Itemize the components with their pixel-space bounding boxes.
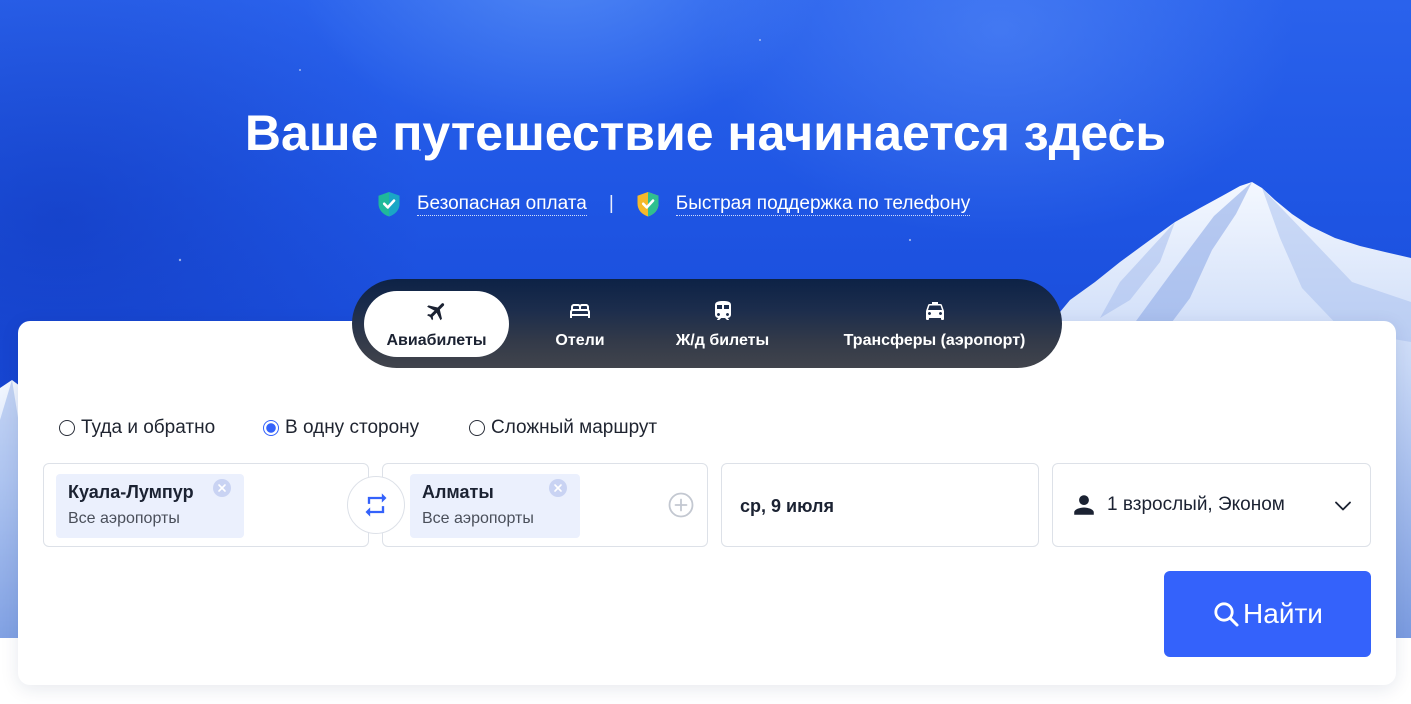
- radio-label: Сложный маршрут: [491, 417, 658, 438]
- tab-label: Отели: [555, 332, 605, 349]
- destination-field[interactable]: Алматы Все аэропорты: [382, 463, 708, 547]
- destination-city: Алматы: [422, 482, 494, 502]
- tab-label: Ж/д билеты: [675, 332, 770, 349]
- feature-phone-support[interactable]: Быстрая поддержка по телефону: [636, 191, 971, 217]
- date-field[interactable]: ср, 9 июля: [721, 463, 1039, 547]
- feature-secure-payment[interactable]: Безопасная оплата: [377, 191, 587, 217]
- search-icon: [1214, 602, 1239, 627]
- plus-circle-icon[interactable]: [668, 492, 694, 518]
- swap-icon: [365, 493, 387, 517]
- plane-icon: [426, 303, 444, 321]
- departure-date: ср, 9 июля: [740, 496, 834, 516]
- feature-label: Быстрая поддержка по телефону: [675, 192, 971, 216]
- search-card: Туда и обратно В одну сторону Сложный ма…: [18, 321, 1396, 685]
- passengers-dropdown[interactable]: 1 взрослый, Эконом: [1052, 463, 1371, 547]
- radio-one-way[interactable]: В одну сторону: [263, 417, 420, 438]
- radio-label: Туда и обратно: [81, 417, 216, 438]
- radio-circle: [263, 420, 279, 436]
- feature-separator: |: [608, 193, 614, 214]
- tab-label: Трансферы (аэропорт): [843, 332, 1026, 349]
- page-title: Ваше путешествие начинается здесь: [244, 105, 1167, 161]
- feature-label: Безопасная оплата: [417, 192, 587, 216]
- radio-circle: [59, 420, 75, 436]
- tab-flights[interactable]: Авиабилеты: [364, 291, 509, 357]
- bed-icon: [570, 304, 590, 318]
- origin-chip[interactable]: Куала-Лумпур Все аэропорты: [56, 474, 244, 538]
- clear-icon[interactable]: [213, 479, 231, 497]
- radio-label: В одну сторону: [285, 417, 420, 438]
- search-button-label: Найти: [1243, 598, 1323, 629]
- origin-field[interactable]: Куала-Лумпур Все аэропорты: [43, 463, 369, 547]
- tab-transfers[interactable]: Трансферы (аэропорт): [824, 291, 1045, 357]
- hero-features: Безопасная оплата | Быстрая поддержка по…: [377, 190, 971, 218]
- tab-label: Авиабилеты: [386, 332, 487, 349]
- radio-multi-city[interactable]: Сложный маршрут: [469, 417, 658, 438]
- chevron-down-icon: [1335, 501, 1351, 511]
- tab-trains[interactable]: Ж/д билеты: [657, 291, 788, 357]
- tab-hotels[interactable]: Отели: [530, 291, 630, 357]
- origin-city: Куала-Лумпур: [68, 482, 194, 502]
- swap-button[interactable]: [347, 476, 405, 534]
- destination-chip[interactable]: Алматы Все аэропорты: [410, 474, 580, 538]
- radio-round-trip[interactable]: Туда и обратно: [59, 417, 216, 438]
- taxi-icon: [925, 302, 944, 320]
- search-button[interactable]: Найти: [1164, 571, 1371, 657]
- train-icon: [714, 301, 731, 320]
- shield-check-icon: [378, 192, 400, 217]
- person-icon: [1074, 495, 1094, 515]
- origin-airports: Все аэропорты: [68, 510, 180, 527]
- radio-circle: [469, 420, 485, 436]
- support-shield-icon: [637, 192, 659, 217]
- product-tabs: Авиабилеты Отели Ж/д билеты Трансферы (а…: [352, 279, 1062, 368]
- destination-airports: Все аэропорты: [422, 510, 534, 527]
- clear-icon[interactable]: [549, 479, 567, 497]
- passengers-value: 1 взрослый, Эконом: [1107, 494, 1285, 515]
